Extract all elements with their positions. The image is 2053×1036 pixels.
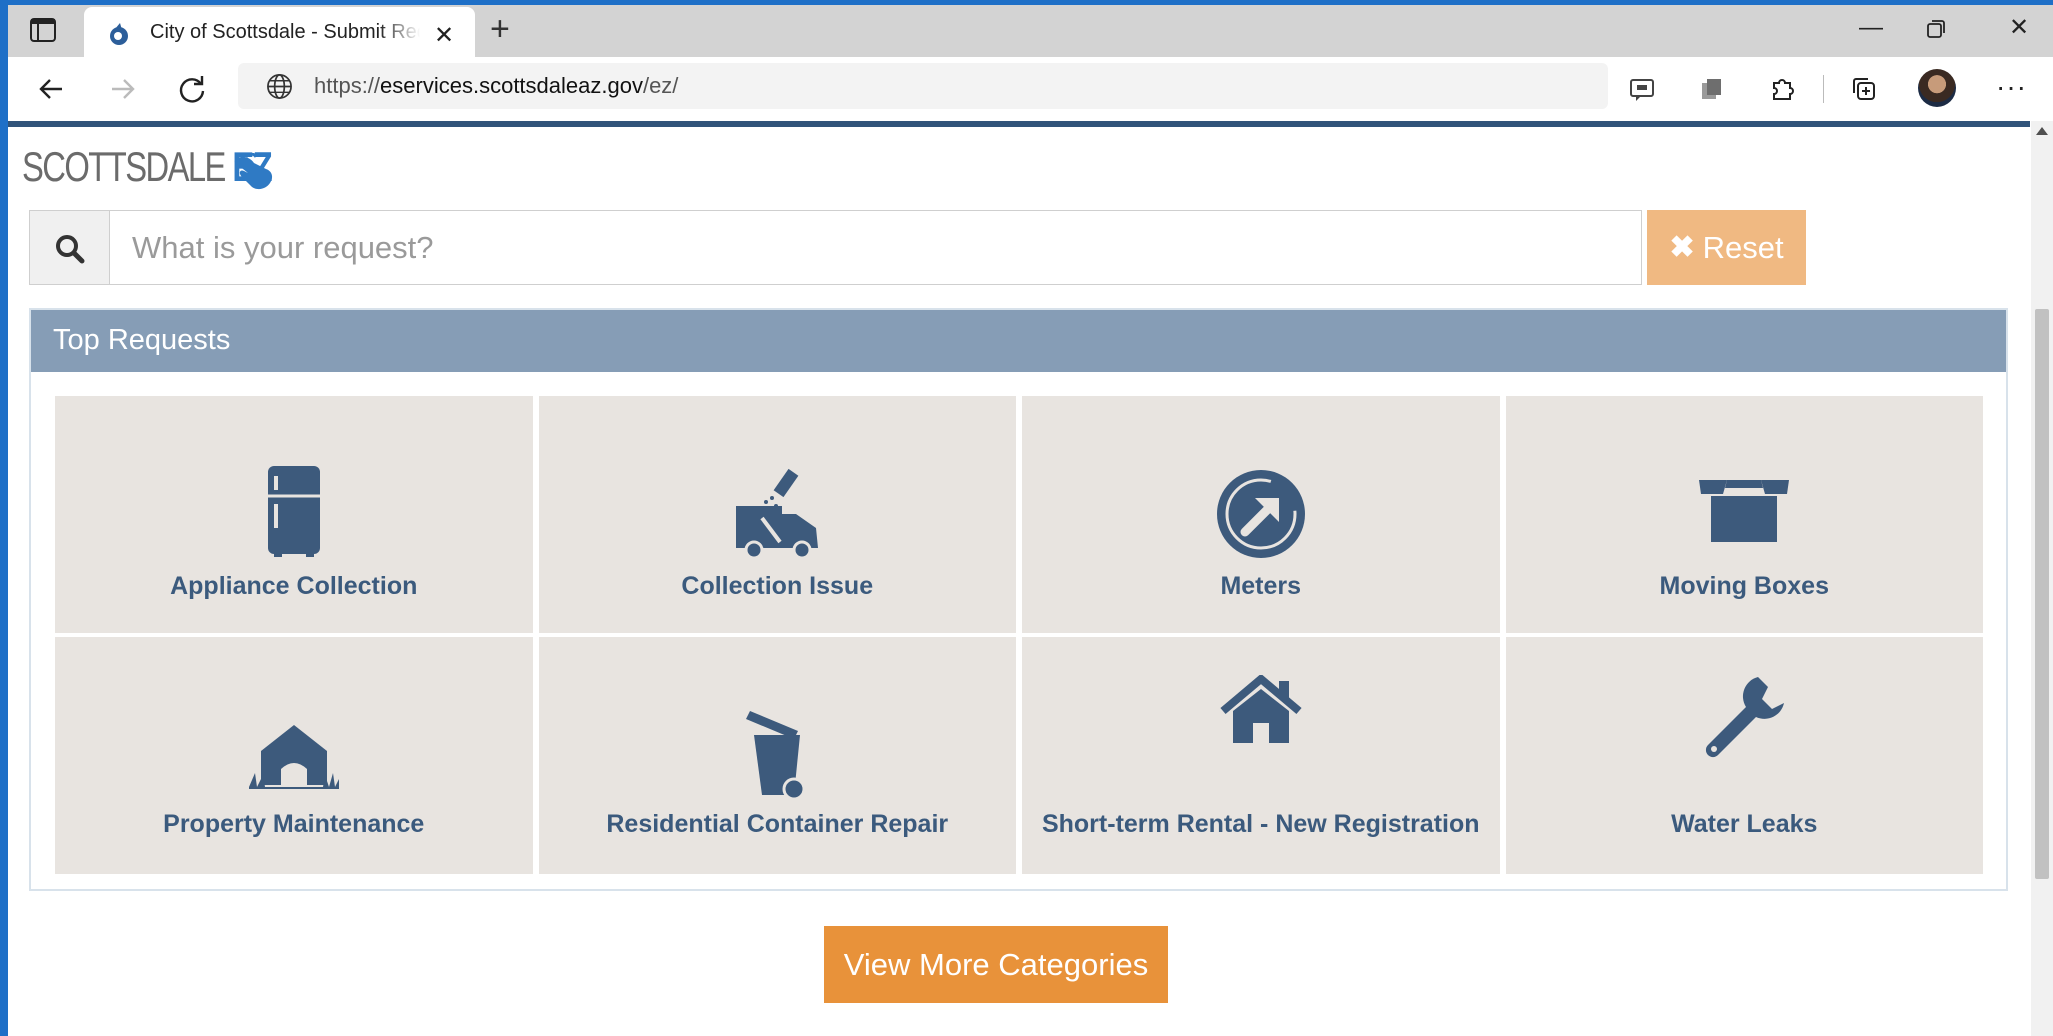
reset-label: Reset <box>1702 229 1784 265</box>
wrench-icon <box>1706 677 1785 758</box>
close-window-icon[interactable]: ✕ <box>2004 13 2034 43</box>
search-input[interactable] <box>110 211 1640 284</box>
house-icon <box>1220 675 1302 743</box>
feedback-icon[interactable] <box>1626 73 1658 105</box>
refrigerator-icon <box>267 466 320 557</box>
favorites-icon[interactable] <box>1848 73 1880 105</box>
scroll-thumb[interactable] <box>2035 309 2049 879</box>
back-icon[interactable] <box>34 71 70 107</box>
trash-bin-icon <box>746 711 806 801</box>
sidebar-icon[interactable] <box>30 18 56 42</box>
plus-icon[interactable]: + <box>490 12 510 46</box>
profile-avatar[interactable] <box>1918 69 1956 107</box>
toolbar-divider <box>1823 75 1824 103</box>
scrollbar[interactable] <box>2031 121 2053 1036</box>
collection-truck-icon <box>736 468 819 560</box>
browser-tab[interactable]: City of Scottsdale - Submit Request ✕ <box>84 7 475 61</box>
tile-short-term-rental[interactable]: Short-term Rental - New Registration <box>1022 637 1500 874</box>
url-text: https://eservices.scottsdaleaz.gov/ez/ <box>314 73 679 98</box>
globe-icon <box>267 74 292 99</box>
close-icon: ✖ <box>1669 231 1695 264</box>
shed-grass-icon <box>248 725 339 789</box>
meter-arrow-icon <box>1216 470 1305 558</box>
request-grid: Appliance Collection Collection Issue Me… <box>55 396 1983 874</box>
top-requests-panel: Top Requests Appliance Collection Collec… <box>29 308 2008 891</box>
restore-icon[interactable] <box>1926 19 1946 39</box>
view-more-categories-button[interactable]: View More Categories <box>824 926 1168 1003</box>
tile-label: Moving Boxes <box>1659 572 1829 600</box>
close-icon[interactable]: ✕ <box>434 21 454 50</box>
favicon-icon <box>110 23 128 45</box>
search-addon[interactable] <box>30 211 110 284</box>
tile-label: Appliance Collection <box>170 572 418 600</box>
tile-meters[interactable]: Meters <box>1022 396 1500 633</box>
tile-residential-container-repair[interactable]: Residential Container Repair <box>538 637 1016 874</box>
search-bar <box>29 210 1642 285</box>
tile-collection-issue[interactable]: Collection Issue <box>538 396 1016 633</box>
collections-icon[interactable] <box>1696 73 1728 105</box>
more-icon[interactable]: ··· <box>1996 71 2027 103</box>
top-accent-line <box>8 121 2030 127</box>
tile-label: Meters <box>1220 572 1302 600</box>
tile-label: Collection Issue <box>681 572 874 600</box>
tile-property-maintenance[interactable]: Property Maintenance <box>55 637 533 874</box>
panel-title: Top Requests <box>53 324 231 356</box>
tile-water-leaks[interactable]: Water Leaks <box>1505 637 1983 874</box>
tile-label: Water Leaks <box>1671 810 1818 838</box>
search-icon <box>56 235 85 264</box>
tile-label: Property Maintenance <box>163 810 425 838</box>
browser-toolbar: https://eservices.scottsdaleaz.gov/ez/ ·… <box>8 57 2053 121</box>
tab-title: City of Scottsdale - Submit Request <box>150 21 420 43</box>
refresh-icon[interactable] <box>174 71 210 107</box>
panel-header: Top Requests <box>31 310 2006 372</box>
scroll-up-arrow-icon[interactable] <box>2036 127 2048 135</box>
browser-tab-bar: City of Scottsdale - Submit Request ✕ + … <box>8 5 2053 61</box>
forward-icon[interactable] <box>104 71 140 107</box>
tile-appliance-collection[interactable]: Appliance Collection <box>55 396 533 633</box>
tile-label: Residential Container Repair <box>606 810 949 838</box>
extensions-icon[interactable] <box>1766 73 1798 105</box>
address-bar[interactable]: https://eservices.scottsdaleaz.gov/ez/ <box>238 63 1608 109</box>
tile-label: Short-term Rental - New Registration <box>1041 810 1480 838</box>
minimize-icon[interactable]: — <box>1856 13 1886 43</box>
tile-moving-boxes[interactable]: Moving Boxes <box>1505 396 1983 633</box>
reset-button[interactable]: ✖ Reset <box>1647 210 1806 285</box>
page-viewport: SCOTTSDALE EZ ✖ Reset Top Requests <box>8 121 2053 1036</box>
open-box-icon <box>1699 480 1790 542</box>
pointing-hand-icon <box>234 153 273 190</box>
